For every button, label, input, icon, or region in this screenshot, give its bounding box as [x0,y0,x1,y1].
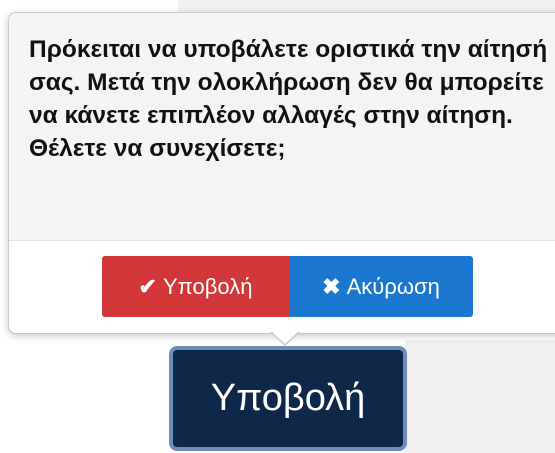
confirm-submit-label: Υποβολή [162,273,253,299]
confirm-submit-button[interactable]: ✔ Υποβολή [102,256,289,317]
submit-application-label: Υποβολή [210,377,366,419]
submit-application-button[interactable]: Υποβολή [169,346,407,451]
popover-arrow-inner [271,331,299,344]
popover-message-area: Πρόκειται να υποβάλετε οριστικά την αίτη… [9,13,555,241]
popover-button-group: ✔ Υποβολή ✖ Ακύρωση [102,256,473,317]
confirmation-message: Πρόκειται να υποβάλετε οριστικά την αίτη… [29,36,548,162]
close-icon: ✖ [322,273,341,299]
check-icon: ✔ [138,273,157,299]
cancel-label: Ακύρωση [346,273,440,299]
cancel-button[interactable]: ✖ Ακύρωση [289,256,473,317]
screen: Πρόκειται να υποβάλετε οριστικά την αίτη… [0,0,555,453]
confirmation-popover: Πρόκειται να υποβάλετε οριστικά την αίτη… [8,12,555,334]
page-background-panel [405,340,555,453]
